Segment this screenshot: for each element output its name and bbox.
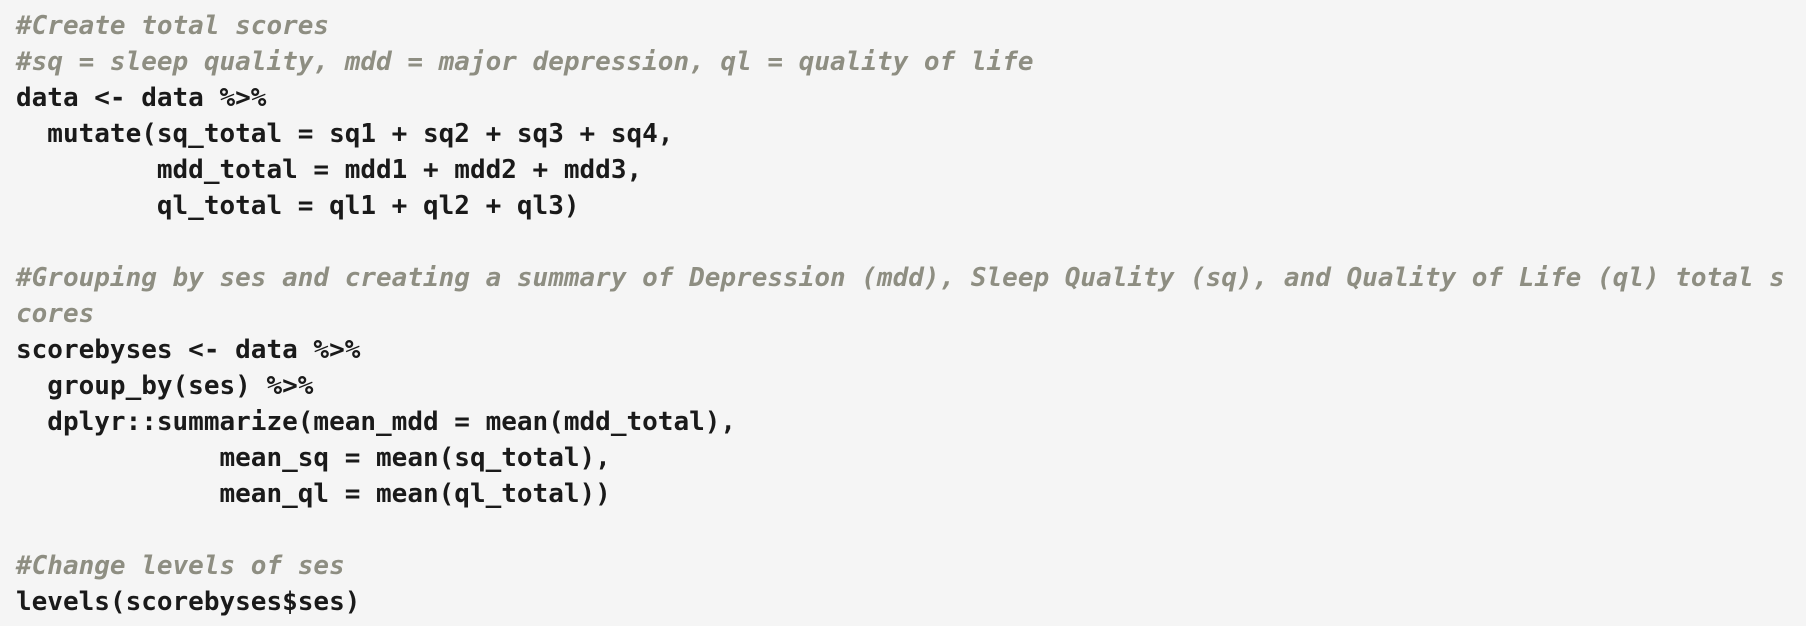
code-line: data <- data %>% [16,83,267,113]
code-comment-line: #Create total scores [16,11,330,41]
code-line: mdd_total = mdd1 + mdd2 + mdd3, [16,155,643,185]
code-line: dplyr::summarize(mean_mdd = mean(mdd_tot… [16,407,737,437]
code-block: #Create total scores #sq = sleep quality… [0,0,1806,626]
code-comment-line: #Grouping by ses and creating a summary … [16,263,1785,293]
code-line: mean_ql = mean(ql_total)) [16,479,611,509]
code-line: mean_sq = mean(sq_total), [16,443,611,473]
code-line: levels(scorebyses$ses) [16,587,361,617]
code-comment-line: #Change levels of ses [16,551,345,581]
code-line: ql_total = ql1 + ql2 + ql3) [16,191,580,221]
code-line: mutate(sq_total = sq1 + sq2 + sq3 + sq4, [16,119,674,149]
code-comment-line: #sq = sleep quality, mdd = major depress… [16,47,1034,77]
code-line: group_by(ses) %>% [16,371,314,401]
code-line: scorebyses <- data %>% [16,335,361,365]
code-comment-line: cores [16,299,95,329]
